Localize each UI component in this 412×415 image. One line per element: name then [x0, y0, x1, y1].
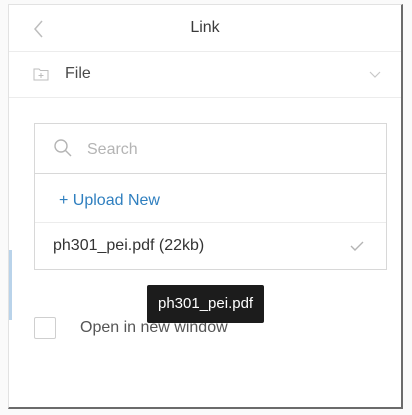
upload-new-link[interactable]: + Upload New	[59, 192, 160, 210]
panel-edge-accent	[9, 250, 12, 320]
check-icon	[350, 241, 364, 251]
search-icon	[54, 139, 72, 157]
search-input[interactable]	[85, 134, 369, 166]
source-type-label: File	[65, 65, 91, 82]
panel-header: Link	[9, 5, 401, 52]
file-name-tooltip: ph301_pei.pdf	[147, 285, 265, 323]
search-box	[35, 124, 386, 174]
panel-title: Link	[190, 19, 220, 36]
file-name: ph301_pei.pdf (22kb)	[53, 237, 205, 254]
file-list-item[interactable]: ph301_pei.pdf (22kb)	[35, 223, 386, 270]
chevron-down-icon	[369, 71, 381, 78]
app-frame: Link File + Upload New	[0, 0, 412, 415]
file-picker: + Upload New ph301_pei.pdf (22kb)	[34, 123, 387, 270]
link-panel: Link File + Upload New	[8, 4, 403, 409]
source-type-dropdown[interactable]: File	[9, 51, 401, 98]
folder-icon	[33, 68, 49, 81]
open-new-window-checkbox[interactable]	[34, 317, 56, 339]
